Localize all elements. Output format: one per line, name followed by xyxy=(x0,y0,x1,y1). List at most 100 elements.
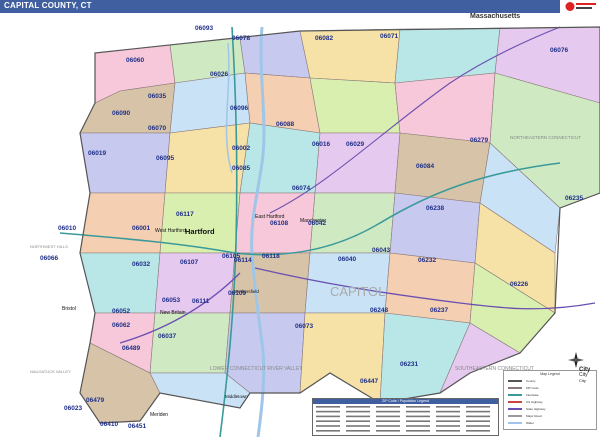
logo-icon xyxy=(565,2,596,11)
publisher-logo xyxy=(560,0,600,13)
zip-label: 06107 xyxy=(180,259,198,266)
zip-label: 06235 xyxy=(565,195,583,202)
title-bar: CAPITAL COUNTY, CT xyxy=(0,0,600,13)
zip-label: 06023 xyxy=(64,405,82,412)
zip-label: 06029 xyxy=(346,141,364,148)
legend-swatch xyxy=(508,394,522,396)
zip-label: 06066 xyxy=(40,255,58,262)
zip-label: 06226 xyxy=(510,281,528,288)
zip-label: 06082 xyxy=(315,35,333,42)
city-label: West Hartford xyxy=(155,228,186,234)
zip-label: 06040 xyxy=(338,256,356,263)
zip-region xyxy=(309,77,401,134)
zip-label: 06035 xyxy=(148,93,166,100)
region-label: NAUGATUCK VALLEY xyxy=(30,369,71,374)
zip-label: 06096 xyxy=(230,105,248,112)
zip-label: 06088 xyxy=(276,121,294,128)
zip-label: 06078 xyxy=(232,35,250,42)
zip-label: 06062 xyxy=(112,322,130,329)
zip-label: 06001 xyxy=(132,225,150,232)
zip-region xyxy=(224,312,306,394)
zip-label: 06071 xyxy=(380,33,398,40)
zip-label: 06090 xyxy=(112,110,130,117)
legend-item: Major Road xyxy=(508,414,542,418)
zip-label: 06084 xyxy=(416,163,434,170)
map-title: CAPITAL COUNTY, CT xyxy=(4,1,92,10)
zip-label: 06093 xyxy=(195,25,213,32)
legend-item: State Highway xyxy=(508,407,545,411)
zip-region xyxy=(169,72,251,134)
zip-label: 06489 xyxy=(122,345,140,352)
zip-label: 06043 xyxy=(372,247,390,254)
zip-label: 06060 xyxy=(126,57,144,64)
region-label: CAPITOL xyxy=(330,284,385,299)
city-label: New Britain xyxy=(160,310,186,316)
zip-table-grid xyxy=(316,406,490,432)
legend-item: Water xyxy=(508,421,534,425)
zip-label: 06076 xyxy=(550,47,568,54)
zip-region xyxy=(149,312,231,374)
zip-region xyxy=(79,132,171,194)
zip-label: 06117 xyxy=(176,211,194,218)
zip-label: 06231 xyxy=(400,361,418,368)
zip-label: 06073 xyxy=(295,323,313,330)
zip-label: 06026 xyxy=(210,71,228,78)
zip-label: 06053 xyxy=(162,297,180,304)
map-frame: CAPITAL COUNTY, CT 2026 ZIP Code ColorCa… xyxy=(0,0,600,437)
zip-label: 06111 xyxy=(192,298,210,305)
city-label: Hartford xyxy=(185,227,215,236)
zip-label: 06074 xyxy=(292,185,310,192)
zip-label: 06232 xyxy=(418,257,436,264)
zip-label: 06085 xyxy=(232,165,250,172)
legend-swatch xyxy=(508,401,522,403)
zip-region xyxy=(79,192,166,254)
city-size-key: City City City xyxy=(579,367,590,383)
region-label: NORTHWEST HILLS xyxy=(30,244,68,249)
compass-rose-icon xyxy=(568,352,584,368)
region-label: NORTHEASTERN CONNECTICUT xyxy=(510,135,581,140)
zip-label: 06109 xyxy=(228,290,246,297)
legend-item: Interstate xyxy=(508,393,539,397)
legend-item: ZIP Code xyxy=(508,386,539,390)
legend-label: County xyxy=(526,379,536,383)
zip-label: 06032 xyxy=(132,261,150,268)
zip-label: 06479 xyxy=(86,397,104,404)
zip-label: 06248 xyxy=(370,307,388,314)
legend-item: US Highway xyxy=(508,400,543,404)
legend-label: State Highway xyxy=(526,407,546,411)
zip-label: 06279 xyxy=(470,137,488,144)
legend-swatch xyxy=(508,380,522,382)
city-label: Bristol xyxy=(62,306,76,312)
zip-label: 06118 xyxy=(262,253,280,260)
zip-label: 06037 xyxy=(158,333,176,340)
zip-label: 06042 xyxy=(308,220,326,227)
legend-label: Water xyxy=(526,421,534,425)
zip-label: 06447 xyxy=(360,378,378,385)
zip-region xyxy=(239,122,321,194)
legend-swatch xyxy=(508,422,522,424)
zip-label: 06451 xyxy=(128,423,146,430)
legend-swatch xyxy=(508,387,522,389)
zip-label: 06010 xyxy=(58,225,76,232)
legend-swatch xyxy=(508,408,522,410)
legend-swatch xyxy=(508,415,522,417)
city-label: Meriden xyxy=(150,412,168,418)
region-label: Massachusetts xyxy=(470,13,520,20)
zip-label: 06237 xyxy=(430,307,448,314)
zip-label: 06095 xyxy=(156,155,174,162)
zip-label: 06002 xyxy=(232,145,250,152)
zip-region xyxy=(389,192,481,264)
legend-label: Interstate xyxy=(526,393,539,397)
legend-label: US Highway xyxy=(526,400,543,404)
zip-label: 06019 xyxy=(88,150,106,157)
zip-region xyxy=(394,72,496,144)
zip-label: 06070 xyxy=(148,125,166,132)
city-label: Middletown xyxy=(225,394,248,399)
zip-region xyxy=(239,30,311,79)
city-key-small: City xyxy=(579,378,586,383)
zip-label: 06016 xyxy=(312,141,330,148)
zip-label: 06238 xyxy=(426,205,444,212)
zip-label: 06410 xyxy=(100,421,118,428)
zip-label: 06052 xyxy=(112,308,130,315)
legend-label: ZIP Code xyxy=(526,386,539,390)
